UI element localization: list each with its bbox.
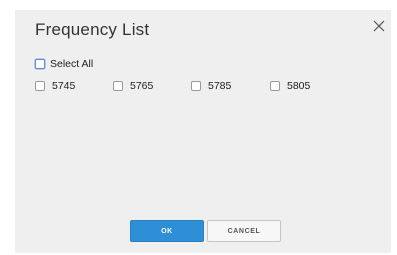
frequency-list-dialog: Frequency List Select All 5745 5765 5785…	[15, 10, 391, 253]
frequency-label: 5785	[208, 80, 232, 92]
ok-button[interactable]: OK	[130, 220, 204, 242]
close-button[interactable]	[371, 18, 387, 34]
frequency-option-5805[interactable]: 5805	[270, 80, 310, 92]
frequency-checkbox-5785[interactable]	[191, 81, 201, 91]
select-all-checkbox[interactable]	[35, 59, 45, 69]
frequency-option-5765[interactable]: 5765	[113, 80, 153, 92]
frequency-checkbox-5765[interactable]	[113, 81, 123, 91]
select-all-label: Select All	[50, 58, 94, 70]
frequency-label: 5765	[130, 80, 154, 92]
frequency-option-5785[interactable]: 5785	[191, 80, 231, 92]
dialog-title: Frequency List	[35, 20, 150, 39]
select-all-option[interactable]: Select All	[35, 58, 93, 70]
frequency-checkbox-5805[interactable]	[270, 81, 280, 91]
frequency-checkbox-5745[interactable]	[35, 81, 45, 91]
frequency-option-5745[interactable]: 5745	[35, 80, 75, 92]
frequency-label: 5745	[52, 80, 76, 92]
frequency-options: 5745 5765 5785 5805	[35, 80, 335, 94]
cancel-button[interactable]: CANCEL	[207, 220, 281, 242]
close-icon	[373, 20, 385, 32]
frequency-label: 5805	[287, 80, 311, 92]
